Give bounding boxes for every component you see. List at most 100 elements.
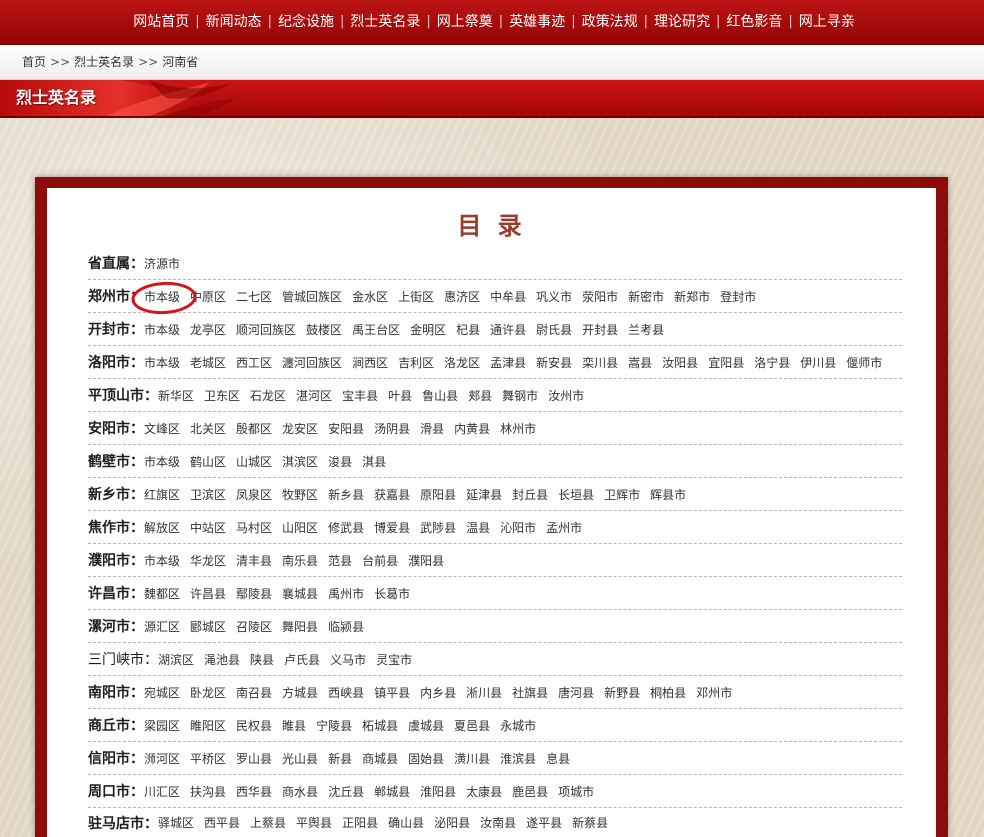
nav-item-news[interactable]: 新闻动态 bbox=[206, 12, 262, 32]
district-link[interactable]: 陕县 bbox=[250, 651, 274, 668]
district-link[interactable]: 鹿邑县 bbox=[512, 783, 548, 800]
district-link[interactable]: 舞钢市 bbox=[502, 387, 538, 404]
district-link[interactable]: 浉河区 bbox=[144, 750, 180, 767]
district-link[interactable]: 济源市 bbox=[144, 255, 180, 272]
nav-item-policies[interactable]: 政策法规 bbox=[582, 12, 638, 32]
district-link[interactable]: 荥阳市 bbox=[582, 288, 618, 305]
district-link[interactable]: 通许县 bbox=[490, 321, 526, 338]
nav-item-online-kin-search[interactable]: 网上寻亲 bbox=[799, 12, 855, 32]
district-link[interactable]: 固始县 bbox=[408, 750, 444, 767]
nav-item-hero-stories[interactable]: 英雄事迹 bbox=[509, 12, 565, 32]
district-link[interactable]: 光山县 bbox=[282, 750, 318, 767]
district-link[interactable]: 台前县 bbox=[362, 552, 398, 569]
district-link[interactable]: 淅川县 bbox=[466, 684, 502, 701]
district-link[interactable]: 息县 bbox=[546, 750, 570, 767]
district-link[interactable]: 孟州市 bbox=[546, 519, 582, 536]
district-link[interactable]: 内黄县 bbox=[454, 420, 490, 437]
district-link[interactable]: 召陵区 bbox=[236, 618, 272, 635]
district-link[interactable]: 二七区 bbox=[236, 288, 272, 305]
district-link[interactable]: 内乡县 bbox=[420, 684, 456, 701]
district-link[interactable]: 华龙区 bbox=[190, 552, 226, 569]
district-link[interactable]: 罗山县 bbox=[236, 750, 272, 767]
district-link[interactable]: 涧西区 bbox=[352, 354, 388, 371]
district-link[interactable]: 鲁山县 bbox=[422, 387, 458, 404]
district-link[interactable]: 汝州市 bbox=[548, 387, 584, 404]
district-link[interactable]: 太康县 bbox=[466, 783, 502, 800]
district-link[interactable]: 源汇区 bbox=[144, 618, 180, 635]
district-link[interactable]: 偃师市 bbox=[846, 354, 882, 371]
district-link[interactable]: 梁园区 bbox=[144, 717, 180, 734]
district-link[interactable]: 镇平县 bbox=[374, 684, 410, 701]
district-link[interactable]: 修武县 bbox=[328, 519, 364, 536]
district-link[interactable]: 原阳县 bbox=[420, 486, 456, 503]
district-link[interactable]: 马村区 bbox=[236, 519, 272, 536]
district-link[interactable]: 郏县 bbox=[468, 387, 492, 404]
district-link[interactable]: 汝阳县 bbox=[662, 354, 698, 371]
district-link[interactable]: 南召县 bbox=[236, 684, 272, 701]
district-link[interactable]: 市本级 bbox=[144, 321, 180, 338]
district-link[interactable]: 吉利区 bbox=[398, 354, 434, 371]
district-link[interactable]: 商城县 bbox=[362, 750, 398, 767]
district-link[interactable]: 驿城区 bbox=[158, 814, 194, 831]
district-link[interactable]: 郾城区 bbox=[190, 618, 226, 635]
district-link[interactable]: 顺河回族区 bbox=[236, 321, 296, 338]
district-link[interactable]: 夏邑县 bbox=[454, 717, 490, 734]
district-link[interactable]: 新密市 bbox=[628, 288, 664, 305]
district-link[interactable]: 市本级 bbox=[144, 453, 180, 470]
district-link[interactable]: 西华县 bbox=[236, 783, 272, 800]
district-link[interactable]: 西平县 bbox=[204, 814, 240, 831]
district-link[interactable]: 封丘县 bbox=[512, 486, 548, 503]
district-link[interactable]: 襄城县 bbox=[282, 585, 318, 602]
district-link[interactable]: 叶县 bbox=[388, 387, 412, 404]
district-link[interactable]: 龙亭区 bbox=[190, 321, 226, 338]
district-link[interactable]: 山阳区 bbox=[282, 519, 318, 536]
district-link[interactable]: 嵩县 bbox=[628, 354, 652, 371]
district-link[interactable]: 桐柏县 bbox=[650, 684, 686, 701]
district-link[interactable]: 巩义市 bbox=[536, 288, 572, 305]
district-link[interactable]: 淇滨区 bbox=[282, 453, 318, 470]
nav-item-online-tribute[interactable]: 网上祭奠 bbox=[437, 12, 493, 32]
nav-item-memorial-facilities[interactable]: 纪念设施 bbox=[278, 12, 334, 32]
district-link[interactable]: 湛河区 bbox=[296, 387, 332, 404]
district-link[interactable]: 永城市 bbox=[500, 717, 536, 734]
district-link[interactable]: 石龙区 bbox=[250, 387, 286, 404]
district-link[interactable]: 确山县 bbox=[388, 814, 424, 831]
district-link[interactable]: 伊川县 bbox=[800, 354, 836, 371]
district-link[interactable]: 宝丰县 bbox=[342, 387, 378, 404]
district-link[interactable]: 金明区 bbox=[410, 321, 446, 338]
district-link[interactable]: 淮阳县 bbox=[420, 783, 456, 800]
district-link[interactable]: 中站区 bbox=[190, 519, 226, 536]
district-link[interactable]: 卧龙区 bbox=[190, 684, 226, 701]
district-link[interactable]: 栾川县 bbox=[582, 354, 618, 371]
district-link[interactable]: 沈丘县 bbox=[328, 783, 364, 800]
district-link[interactable]: 临颍县 bbox=[328, 618, 364, 635]
district-link[interactable]: 龙安区 bbox=[282, 420, 318, 437]
district-link[interactable]: 湖滨区 bbox=[158, 651, 194, 668]
district-link[interactable]: 登封市 bbox=[720, 288, 756, 305]
district-link[interactable]: 魏都区 bbox=[144, 585, 180, 602]
district-link[interactable]: 宛城区 bbox=[144, 684, 180, 701]
district-link[interactable]: 瀍河回族区 bbox=[282, 354, 342, 371]
district-link[interactable]: 市本级 bbox=[144, 354, 180, 371]
district-link[interactable]: 义马市 bbox=[330, 651, 366, 668]
district-link[interactable]: 市本级 bbox=[144, 552, 180, 569]
district-link[interactable]: 新县 bbox=[328, 750, 352, 767]
district-link[interactable]: 凤泉区 bbox=[236, 486, 272, 503]
district-link[interactable]: 南乐县 bbox=[282, 552, 318, 569]
district-link[interactable]: 林州市 bbox=[500, 420, 536, 437]
district-link[interactable]: 淇县 bbox=[362, 453, 386, 470]
district-link[interactable]: 中牟县 bbox=[490, 288, 526, 305]
district-link[interactable]: 范县 bbox=[328, 552, 352, 569]
district-link[interactable]: 长葛市 bbox=[374, 585, 410, 602]
district-link[interactable]: 获嘉县 bbox=[374, 486, 410, 503]
district-link[interactable]: 泌阳县 bbox=[434, 814, 470, 831]
district-link[interactable]: 安阳县 bbox=[328, 420, 364, 437]
district-link[interactable]: 宁陵县 bbox=[316, 717, 352, 734]
nav-item-home[interactable]: 网站首页 bbox=[133, 12, 189, 32]
district-link[interactable]: 睢阳区 bbox=[190, 717, 226, 734]
district-link[interactable]: 商水县 bbox=[282, 783, 318, 800]
district-link[interactable]: 平桥区 bbox=[190, 750, 226, 767]
district-link[interactable]: 兰考县 bbox=[628, 321, 664, 338]
district-link[interactable]: 汤阴县 bbox=[374, 420, 410, 437]
district-link[interactable]: 新郑市 bbox=[674, 288, 710, 305]
